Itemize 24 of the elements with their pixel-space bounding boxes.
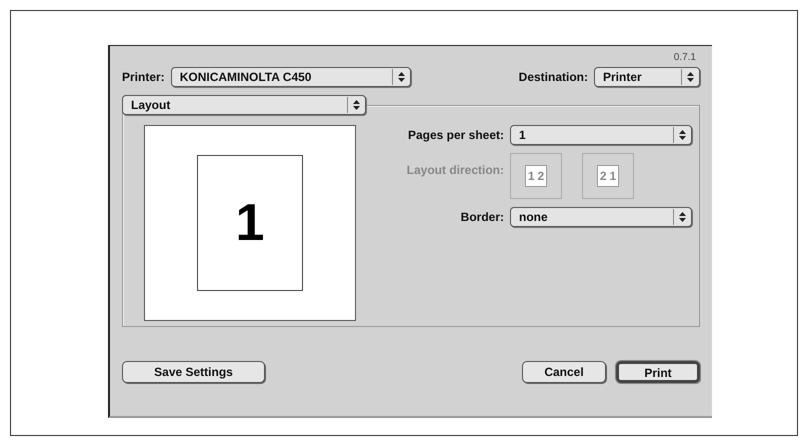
printer-model-popup[interactable]: KONICAMINOLTA C450 — [170, 67, 411, 87]
pages-per-sheet-label: Pages per sheet: — [406, 127, 505, 144]
button[interactable]: Save Settings — [122, 361, 265, 383]
destination-popup[interactable]: Printer — [594, 67, 700, 87]
pages-per-sheet-popup[interactable]: 1 — [510, 125, 692, 145]
destination-label: Destination: — [518, 69, 588, 86]
stepper-arrows-icon — [681, 69, 695, 85]
stepper-arrows-icon — [673, 127, 687, 143]
version-label: 0.7.1 — [674, 51, 697, 65]
page-order-number: 1 — [610, 168, 616, 185]
stepper-arrows-icon — [347, 97, 361, 113]
page-order-number: 1 — [528, 168, 534, 185]
border-popup[interactable]: none — [510, 207, 692, 227]
page-order-number: 2 — [538, 168, 544, 185]
stepper-arrows-icon — [673, 209, 687, 225]
border-label: Border: — [460, 209, 505, 226]
printer-label: Printer: — [122, 69, 165, 86]
page-order-number: 2 — [600, 168, 606, 185]
panel-popup[interactable]: Layout — [122, 95, 366, 115]
page-number: 1 — [236, 193, 264, 254]
stepper-arrows-icon — [392, 69, 406, 85]
button[interactable]: Cancel — [522, 361, 606, 383]
layout-direction-label: Layout direction: — [406, 162, 505, 179]
default-button[interactable]: Print — [616, 361, 700, 383]
